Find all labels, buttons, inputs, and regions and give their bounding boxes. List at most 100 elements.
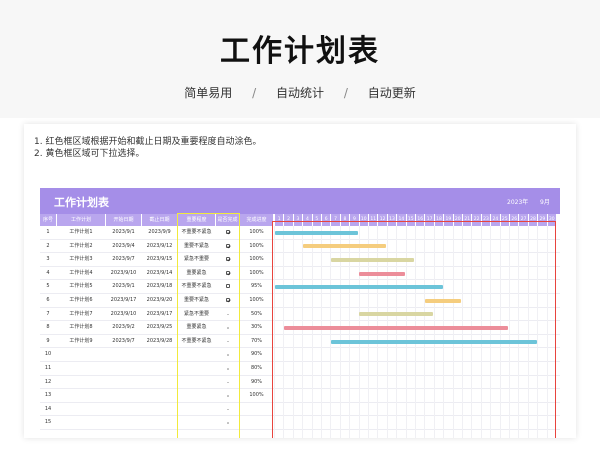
task-name (57, 376, 105, 390)
day-gridline (433, 226, 435, 438)
progress-value: 100% (249, 242, 264, 249)
progress-value: 100% (249, 256, 264, 263)
progress-value: 50% (250, 310, 263, 317)
hero-banner: 工作计划表 简单易用 / 自动统计 / 自动更新 (0, 0, 600, 118)
end-date: 2023/9/12 (146, 242, 173, 249)
progress-value (240, 416, 273, 430)
day-gridline (321, 226, 322, 438)
start-date (106, 403, 141, 417)
progress-value: 90% (250, 378, 263, 385)
task-name: 工作计划8 (69, 324, 93, 331)
day-gridline (480, 226, 482, 438)
column-header-end: 截止日期 (142, 214, 177, 226)
separator: / (343, 86, 348, 100)
end-date (142, 403, 177, 417)
preview-card: 1. 红色框区域根据开始和截止日期及重要程度自动涂色。 2. 黄色框区域可下拉选… (24, 124, 576, 438)
task-name (57, 389, 105, 403)
start-date (106, 416, 141, 430)
day-gridline (283, 226, 285, 438)
day-gridline (302, 226, 304, 438)
progress-value: 100% (249, 297, 264, 303)
day-gridline (537, 226, 539, 438)
day-gridline (415, 226, 416, 438)
day-gridline (490, 226, 492, 438)
task-name: 工作计划5 (69, 283, 93, 290)
row-number: 12 (44, 378, 52, 385)
day-gridline (443, 226, 445, 438)
start-date: 2023/9/10 (110, 310, 137, 317)
day-gridline (518, 226, 520, 438)
row-number: 3 (46, 256, 50, 263)
day-gridline (527, 226, 529, 438)
year-selector[interactable]: 2023年 (507, 197, 528, 206)
gantt-bar (359, 312, 434, 317)
end-date: 2023/9/20 (146, 297, 173, 303)
gantt-bar (424, 298, 462, 303)
column-header-no: 序号 (40, 214, 56, 226)
row-number: 1 (46, 229, 50, 235)
start-date: 2023/9/1 (112, 229, 135, 235)
end-date: 2023/9/15 (146, 256, 173, 263)
start-date: 2023/9/7 (112, 337, 135, 344)
start-date: 2023/9/1 (112, 283, 135, 290)
task-name: 工作计划7 (69, 310, 93, 317)
row-number: 11 (44, 365, 52, 371)
end-date: 2023/9/14 (146, 269, 173, 276)
start-date (106, 376, 141, 390)
day-gridline (509, 226, 510, 438)
page-title: 工作计划表 (220, 34, 380, 69)
month-selector[interactable]: 9月 (540, 197, 550, 206)
progress-value (240, 403, 273, 417)
end-date (142, 376, 177, 390)
row-number: 6 (46, 297, 50, 303)
start-date: 2023/9/17 (110, 297, 137, 303)
day-gridline (499, 226, 501, 438)
task-name (57, 416, 105, 430)
column-header-start: 开始日期 (106, 214, 141, 226)
start-date: 2023/9/2 (112, 324, 135, 331)
feature-tag-stats: 自动统计 (275, 86, 324, 100)
task-name (57, 362, 105, 376)
start-date: 2023/9/7 (112, 256, 135, 263)
sheet-header: 工作计划表 2023年 9月 (40, 188, 560, 214)
gantt-bar (330, 339, 537, 344)
day-gridline (546, 226, 548, 438)
start-date: 2023/9/10 (110, 269, 137, 276)
task-name (57, 348, 105, 362)
progress-value: 70% (250, 337, 263, 344)
end-date (142, 389, 177, 403)
progress-value: 80% (250, 365, 263, 371)
progress-value: 30% (250, 324, 263, 331)
row-number: 9 (46, 337, 50, 344)
row-number: 2 (46, 242, 50, 249)
gantt-bar (274, 230, 359, 235)
end-date: 2023/9/25 (146, 324, 173, 331)
row-number: 8 (46, 324, 50, 331)
end-date: 2023/9/17 (146, 310, 173, 317)
separator: / (252, 86, 257, 100)
note-line-2: 2. 黄色框区域可下拉选择。 (34, 149, 145, 159)
task-name: 工作计划1 (69, 229, 93, 235)
progress-value: 100% (249, 392, 264, 399)
end-date: 2023/9/9 (148, 229, 171, 235)
day-gridline (311, 226, 313, 438)
row-number: 10 (44, 351, 52, 358)
gantt-bar (274, 285, 443, 290)
task-name: 工作计划9 (69, 337, 93, 344)
column-header-progress: 完成进度 (240, 214, 273, 226)
gantt-bar (359, 271, 406, 276)
end-date: 2023/9/28 (146, 337, 173, 344)
day-gridline (471, 226, 473, 438)
task-name: 工作计划4 (69, 269, 93, 276)
start-date (106, 362, 141, 376)
dropdown-area-highlight (177, 213, 240, 438)
gantt-sheet: 工作计划表 2023年 9月 序号 工作计划 开始日期 截止日期 重要程度 是否… (40, 188, 560, 438)
end-date (142, 348, 177, 362)
day-gridline (452, 226, 454, 438)
progress-value: 95% (250, 283, 263, 290)
day-gridline (462, 226, 463, 438)
row-number: 14 (44, 405, 52, 412)
column-header-task: 工作计划 (57, 214, 105, 226)
day-gridline (424, 226, 426, 438)
row-number: 13 (44, 392, 52, 399)
